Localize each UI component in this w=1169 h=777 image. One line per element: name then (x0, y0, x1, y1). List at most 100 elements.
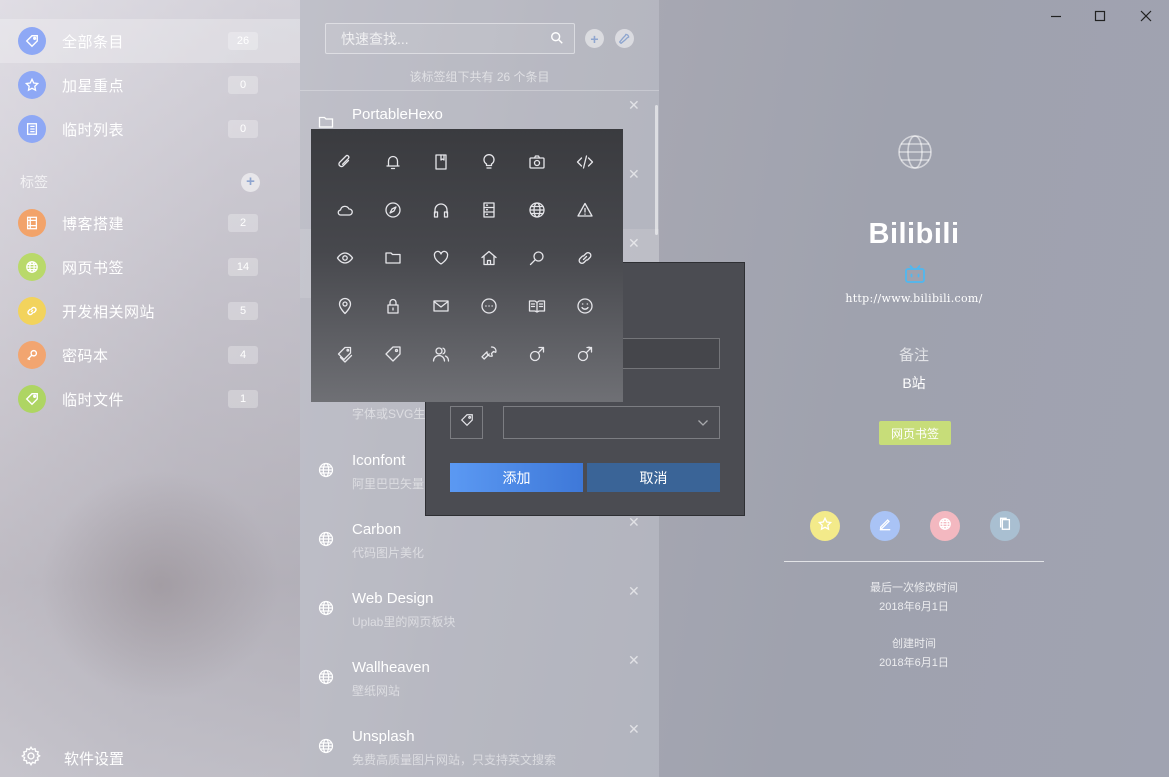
close-icon[interactable]: ✕ (628, 166, 640, 183)
list-item[interactable]: Wallheaven 壁纸网站 ✕ (300, 646, 659, 715)
count-badge: 2 (228, 214, 258, 232)
created-date: 2018年6月1日 (879, 657, 949, 669)
code-icon[interactable] (567, 144, 603, 180)
settings-button[interactable]: 软件设置 (20, 745, 124, 772)
star-button[interactable] (810, 511, 840, 541)
sidebar-item-label: 开发相关网站 (62, 303, 156, 321)
sidebar-tag-blog[interactable]: 博客搭建 2 (0, 201, 300, 245)
wrench-icon[interactable] (471, 336, 507, 372)
heart-icon[interactable] (423, 240, 459, 276)
close-icon[interactable]: ✕ (628, 514, 640, 531)
star-icon (18, 71, 46, 99)
add-button[interactable]: 添加 (450, 463, 583, 492)
open-web-button[interactable] (930, 511, 960, 541)
tag-icon (18, 27, 46, 55)
male-icon[interactable] (567, 336, 603, 372)
sidebar-item-starred[interactable]: 加星重点 0 (0, 63, 300, 107)
globe-icon (18, 253, 46, 281)
tag-section-header: 标签 + (20, 172, 260, 192)
paperclip-icon[interactable] (327, 144, 363, 180)
close-window-button[interactable] (1138, 8, 1154, 24)
close-icon[interactable]: ✕ (628, 721, 640, 738)
tag-icon[interactable] (375, 336, 411, 372)
search-input[interactable] (341, 30, 541, 47)
cancel-button[interactable]: 取消 (587, 463, 720, 492)
book-open-icon[interactable] (519, 288, 555, 324)
warning-icon[interactable] (567, 192, 603, 228)
eye-icon[interactable] (327, 240, 363, 276)
list-item[interactable]: Web Design Uplab里的网页板块 ✕ (300, 577, 659, 646)
smile-icon[interactable] (567, 288, 603, 324)
bookmark-icon[interactable] (423, 144, 459, 180)
chat-icon[interactable] (471, 288, 507, 324)
wrench-icon[interactable] (615, 29, 634, 48)
home-icon[interactable] (471, 240, 507, 276)
sidebar-item-temp-list[interactable]: 临时列表 0 (0, 107, 300, 151)
male-icon[interactable] (519, 336, 555, 372)
sidebar-tag-passwords[interactable]: 密码本 4 (0, 333, 300, 377)
entry-title: PortableHexo (352, 106, 443, 123)
entry-title: Iconfont (352, 452, 406, 469)
add-tag-button[interactable]: + (241, 172, 260, 192)
sidebar-tag-temp-files[interactable]: 临时文件 1 (0, 377, 300, 421)
copy-icon (998, 517, 1012, 536)
scrollbar[interactable] (655, 105, 658, 235)
list-icon (18, 115, 46, 143)
list-item[interactable]: Unsplash 免费高质量图片网站，只支持英文搜索 ✕ (300, 715, 659, 777)
server-icon[interactable] (471, 192, 507, 228)
tag-icon (460, 413, 474, 432)
tag-dropdown[interactable] (503, 406, 720, 439)
lightbulb-icon[interactable] (471, 144, 507, 180)
dialog-input[interactable] (622, 338, 720, 369)
sidebar-tag-bookmarks[interactable]: 网页书签 14 (0, 245, 300, 289)
tv-icon (904, 264, 926, 289)
link-icon[interactable] (567, 240, 603, 276)
copy-button[interactable] (990, 511, 1020, 541)
bell-icon[interactable] (375, 144, 411, 180)
search-box[interactable] (325, 23, 575, 54)
cloud-icon[interactable] (327, 192, 363, 228)
headphones-icon[interactable] (423, 192, 459, 228)
created-label: 创建时间 (892, 638, 936, 650)
sidebar-item-all[interactable]: 全部条目 26 (0, 19, 300, 63)
count-badge: 0 (228, 120, 258, 138)
link-icon (18, 297, 46, 325)
close-icon[interactable]: ✕ (628, 97, 640, 114)
folder-icon[interactable] (375, 240, 411, 276)
modified-label: 最后一次修改时间 (870, 582, 958, 594)
entry-subtitle: 壁纸网站 (352, 684, 401, 698)
count-badge: 26 (228, 32, 258, 50)
tag-select-button[interactable] (450, 406, 483, 439)
tag-chip[interactable]: 网页书签 (879, 421, 951, 445)
count-badge: 5 (228, 302, 258, 320)
lock-icon[interactable] (375, 288, 411, 324)
edit-button[interactable] (870, 511, 900, 541)
mail-icon[interactable] (423, 288, 459, 324)
entry-title: Wallheaven (352, 659, 430, 676)
list-item[interactable]: Carbon 代码图片美化 ✕ (300, 508, 659, 577)
divider (784, 561, 1044, 562)
tags-icon[interactable] (327, 336, 363, 372)
entry-title: Carbon (352, 521, 402, 538)
sidebar-tag-dev-sites[interactable]: 开发相关网站 5 (0, 289, 300, 333)
close-icon[interactable]: ✕ (628, 235, 640, 252)
camera-icon[interactable] (519, 144, 555, 180)
search-icon[interactable] (519, 240, 555, 276)
add-entry-button[interactable]: + (585, 29, 604, 48)
search-icon[interactable] (550, 31, 564, 50)
globe-icon (318, 738, 336, 756)
entry-subtitle: 阿里巴巴矢量 (352, 477, 425, 491)
close-icon[interactable]: ✕ (628, 583, 640, 600)
sidebar-item-label: 临时文件 (62, 391, 125, 409)
entry-title: Unsplash (352, 728, 415, 745)
globe-icon[interactable] (519, 192, 555, 228)
location-pin-icon[interactable] (327, 288, 363, 324)
minimize-button[interactable] (1048, 8, 1064, 24)
entry-subtitle: 字体或SVG生 (352, 407, 426, 421)
users-icon[interactable] (423, 336, 459, 372)
sidebar-item-label: 加星重点 (62, 77, 125, 95)
tag-section-title: 标签 (20, 174, 48, 190)
compass-icon[interactable] (375, 192, 411, 228)
close-icon[interactable]: ✕ (628, 652, 640, 669)
maximize-button[interactable] (1092, 8, 1108, 24)
